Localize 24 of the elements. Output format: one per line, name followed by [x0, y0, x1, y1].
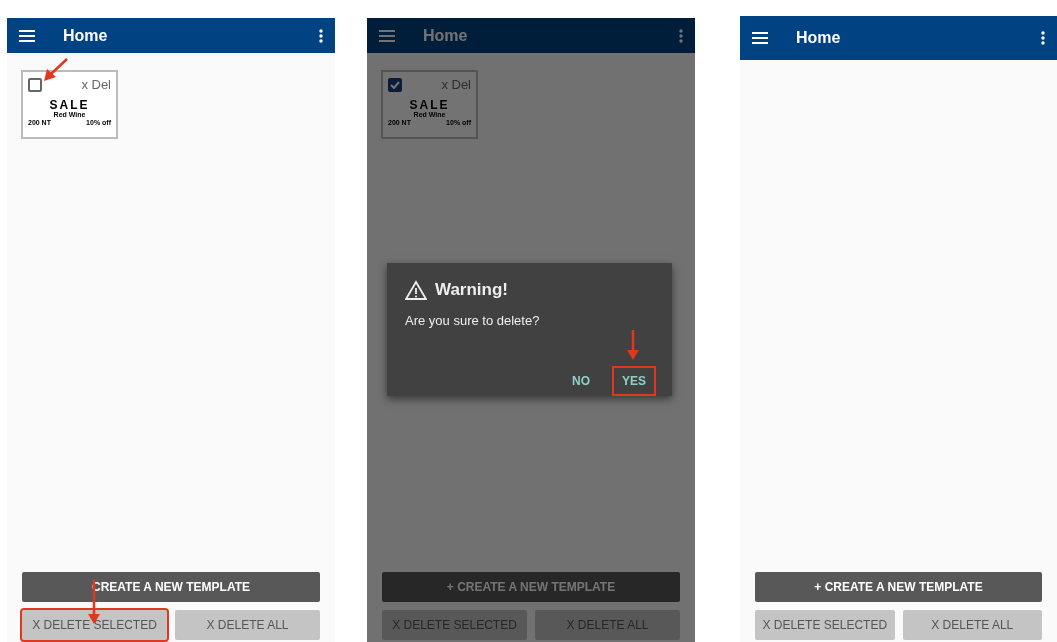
- app-title: Home: [796, 28, 841, 48]
- dialog-button[interactable]: YES: [614, 368, 654, 394]
- dialog-title: Warning!: [435, 279, 509, 301]
- more-options-icon[interactable]: [1041, 31, 1045, 45]
- more-options-icon[interactable]: [319, 28, 323, 43]
- checkbox[interactable]: [28, 77, 42, 92]
- menu-icon[interactable]: [752, 32, 768, 44]
- warning-icon: [405, 279, 427, 300]
- dialog-message: Are you sure to delete?: [405, 311, 541, 330]
- sale-text: SALE: [408, 98, 451, 111]
- delete-link[interactable]: x Del: [441, 75, 471, 95]
- delete-button[interactable]: X DELETE SELECTED: [22, 610, 167, 640]
- delete-link[interactable]: x Del: [81, 75, 111, 95]
- delete-button[interactable]: X DELETE SELECTED: [755, 610, 895, 640]
- app-title: Home: [63, 25, 108, 46]
- sale-text: SALE: [48, 98, 91, 111]
- delete-button[interactable]: X DELETE ALL: [902, 610, 1042, 640]
- create-template-button[interactable]: + CREATE A NEW TEMPLATE: [755, 572, 1042, 602]
- dialog-button[interactable]: NO: [564, 368, 598, 394]
- menu-icon[interactable]: [19, 29, 35, 42]
- delete-button[interactable]: X DELETE ALL: [175, 610, 320, 640]
- checkbox[interactable]: [388, 77, 402, 92]
- create-template-button[interactable]: + CREATE A NEW TEMPLATE: [382, 572, 680, 602]
- app-title: Home: [423, 25, 468, 46]
